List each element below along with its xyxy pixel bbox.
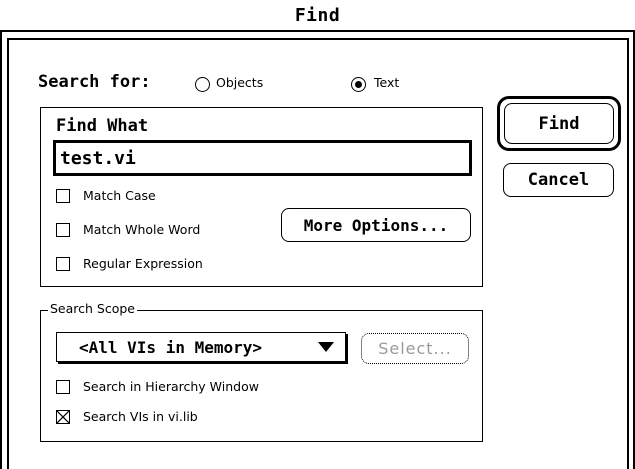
search-scope-value: <All VIs in Memory> — [79, 337, 263, 357]
find-what-input[interactable] — [53, 140, 472, 176]
radio-text[interactable] — [351, 77, 366, 92]
cancel-button[interactable]: Cancel — [503, 163, 614, 197]
regular-expression-checkbox[interactable] — [56, 257, 70, 271]
regular-expression-label[interactable]: Regular Expression — [83, 256, 203, 271]
title-bar[interactable]: Find — [0, 0, 635, 32]
select-button[interactable]: Select... — [361, 333, 469, 364]
more-options-button[interactable]: More Options... — [281, 208, 471, 242]
search-for-label: Search for: — [38, 72, 151, 92]
radio-objects[interactable] — [195, 77, 210, 92]
find-button[interactable]: Find — [504, 103, 614, 144]
search-hierarchy-window-label[interactable]: Search in Hierarchy Window — [83, 379, 259, 394]
search-vi-lib-label[interactable]: Search VIs in vi.lib — [83, 409, 198, 424]
match-whole-word-label[interactable]: Match Whole Word — [83, 222, 200, 237]
x-mark-icon — [57, 411, 69, 423]
search-scope-legend: Search Scope — [48, 301, 137, 316]
search-scope-dropdown[interactable]: <All VIs in Memory> — [56, 332, 346, 362]
triangle-down-icon[interactable] — [318, 342, 334, 352]
match-case-checkbox[interactable] — [56, 189, 70, 203]
radio-text-label[interactable]: Text — [374, 75, 399, 90]
search-vi-lib-checkbox[interactable] — [56, 410, 70, 424]
find-what-label: Find What — [56, 116, 149, 136]
match-case-label[interactable]: Match Case — [83, 188, 156, 203]
radio-objects-label[interactable]: Objects — [216, 75, 263, 90]
window-title: Find — [294, 4, 341, 26]
search-hierarchy-window-checkbox[interactable] — [56, 380, 70, 394]
match-whole-word-checkbox[interactable] — [56, 223, 70, 237]
window-frame-left — [0, 32, 2, 469]
radio-dot-icon — [354, 80, 362, 88]
